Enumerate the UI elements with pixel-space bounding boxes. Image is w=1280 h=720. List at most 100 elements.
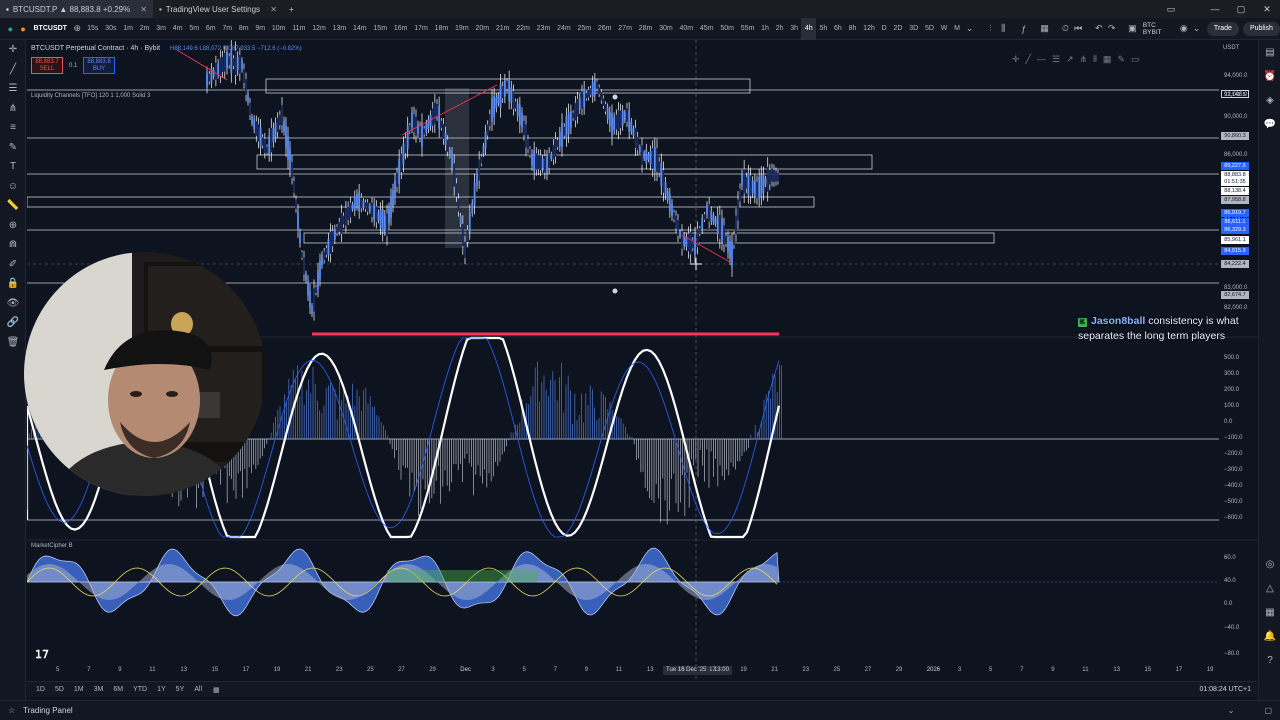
symbol-search[interactable]: BTCUSDT bbox=[30, 18, 71, 40]
timeframe-7m[interactable]: 7m bbox=[219, 18, 236, 40]
close-icon[interactable]: ✕ bbox=[270, 5, 277, 14]
eye-icon[interactable]: 👁 bbox=[0, 294, 26, 314]
layout-icon[interactable]: ▦ bbox=[1038, 22, 1051, 36]
toggle-icon[interactable]: ◉ bbox=[1177, 22, 1190, 36]
minimize-button[interactable]: — bbox=[1202, 0, 1228, 18]
timeframe-40m[interactable]: 40m bbox=[676, 18, 696, 40]
timeframe-22m[interactable]: 22m bbox=[513, 18, 533, 40]
timeframe-25m[interactable]: 25m bbox=[574, 18, 594, 40]
timeframe-6m[interactable]: 6m bbox=[202, 18, 219, 40]
ruler-icon[interactable]: 📏 bbox=[0, 196, 26, 216]
currency-label[interactable]: USDT bbox=[1223, 45, 1239, 51]
patterns-icon[interactable]: ☺ bbox=[0, 177, 26, 197]
fib-icon[interactable]: ≡ bbox=[0, 118, 26, 138]
timeframe-30m[interactable]: 30m bbox=[656, 18, 676, 40]
watchlist-icon[interactable]: ▤ bbox=[1259, 40, 1280, 64]
bar-style-icon[interactable]: ⫼ bbox=[997, 22, 1010, 36]
browser-tab-chart[interactable]: ▪ BTCUSDT.P ▲ 88,883.8 +0.29% ✕ bbox=[0, 0, 153, 18]
buy-button[interactable]: 88,883.8 BUY bbox=[83, 57, 115, 74]
range-6m[interactable]: 6M bbox=[108, 686, 128, 693]
range-ytd[interactable]: YTD bbox=[128, 686, 152, 693]
magnet-icon[interactable]: ⋒ bbox=[0, 235, 26, 255]
grid-icon[interactable]: ▦ bbox=[1103, 54, 1112, 65]
extensions-icon[interactable]: ▭ bbox=[1158, 0, 1184, 18]
rectangle-icon[interactable]: ▭ bbox=[1131, 54, 1140, 65]
replay-icon[interactable]: ⏮ bbox=[1072, 22, 1085, 36]
timeframe-12m[interactable]: 12m bbox=[309, 18, 329, 40]
brush-icon[interactable]: ✎ bbox=[1117, 54, 1125, 65]
text-icon[interactable]: T bbox=[0, 157, 26, 177]
pencil-icon[interactable]: ✐ bbox=[0, 255, 26, 275]
pencil-icon[interactable]: ╱ bbox=[1026, 54, 1031, 65]
horizontal-lines-icon[interactable]: ☰ bbox=[0, 79, 26, 99]
maximize-panel-icon[interactable]: ▢ bbox=[1264, 706, 1272, 715]
timeframe-3D[interactable]: 3D bbox=[906, 18, 922, 40]
timeframe-17m[interactable]: 17m bbox=[411, 18, 431, 40]
range-5y[interactable]: 5Y bbox=[171, 686, 190, 693]
close-window-button[interactable]: ✕ bbox=[1254, 0, 1280, 18]
timeframe-11m[interactable]: 11m bbox=[289, 18, 309, 40]
link-icon[interactable]: 🔗 bbox=[0, 313, 26, 333]
timeframe-20m[interactable]: 20m bbox=[472, 18, 492, 40]
timeframe-8m[interactable]: 8m bbox=[235, 18, 252, 40]
horizontal-lines-icon[interactable]: ☰ bbox=[1052, 54, 1060, 65]
new-tab-button[interactable]: + bbox=[283, 0, 300, 18]
close-icon[interactable]: ✕ bbox=[140, 5, 147, 14]
timeframe-19m[interactable]: 19m bbox=[452, 18, 472, 40]
sell-button[interactable]: 88,883.7 SELL bbox=[31, 57, 63, 74]
timeframe-27m[interactable]: 27m bbox=[615, 18, 635, 40]
chat-icon[interactable]: 💬 bbox=[1259, 112, 1280, 136]
maximize-button[interactable]: ▢ bbox=[1228, 0, 1254, 18]
indicators-icon[interactable]: ƒ bbox=[1018, 22, 1031, 36]
calendar-icon[interactable]: ▦ bbox=[1259, 600, 1280, 624]
target-icon[interactable]: ◎ bbox=[1259, 552, 1280, 576]
timeframe-D[interactable]: D bbox=[878, 18, 890, 40]
timeframe-15s[interactable]: 15s bbox=[84, 18, 102, 40]
ideas-icon[interactable]: △ bbox=[1259, 576, 1280, 600]
timeframe-5h[interactable]: 5h bbox=[816, 18, 831, 40]
avatar[interactable]: ● bbox=[4, 22, 17, 36]
fork-icon[interactable]: ⋔ bbox=[1080, 54, 1088, 65]
chevron-down-icon[interactable]: ⌄ bbox=[1228, 706, 1235, 715]
layers-icon[interactable]: ◈ bbox=[1259, 88, 1280, 112]
browser-tab-settings[interactable]: ▪ TradingView User Settings ✕ bbox=[153, 0, 283, 18]
lock-icon[interactable]: 🔒 bbox=[0, 274, 26, 294]
timeframe-18m[interactable]: 18m bbox=[431, 18, 451, 40]
timeframe-55m[interactable]: 55m bbox=[737, 18, 757, 40]
timeframe-5m[interactable]: 5m bbox=[186, 18, 203, 40]
publish-button[interactable]: Publish bbox=[1242, 21, 1280, 36]
timeframe-8h[interactable]: 8h bbox=[845, 18, 860, 40]
undo-icon[interactable]: ↶ bbox=[1093, 22, 1106, 36]
trading-panel-tab[interactable]: Trading Panel bbox=[23, 706, 73, 715]
calendar-range-icon[interactable]: ▦ bbox=[213, 686, 220, 694]
candles-icon[interactable]: ⫶ bbox=[984, 22, 997, 36]
timeframe-2m[interactable]: 2m bbox=[136, 18, 153, 40]
timeframe-24m[interactable]: 24m bbox=[554, 18, 574, 40]
timeframe-12h[interactable]: 12h bbox=[860, 18, 878, 40]
timeframe-W[interactable]: W bbox=[937, 18, 950, 40]
exchange-selector[interactable]: BTC BYBIT bbox=[1139, 22, 1178, 36]
timeframe-14m[interactable]: 14m bbox=[350, 18, 370, 40]
range-1d[interactable]: 1D bbox=[31, 686, 50, 693]
timeframe-6h[interactable]: 6h bbox=[831, 18, 846, 40]
redo-icon[interactable]: ↷ bbox=[1105, 22, 1118, 36]
broker-icon[interactable]: ▣ bbox=[1126, 22, 1139, 36]
timeframe-50m[interactable]: 50m bbox=[717, 18, 737, 40]
trash-icon[interactable]: 🗑 bbox=[0, 333, 26, 353]
range-1m[interactable]: 1M bbox=[69, 686, 89, 693]
alert-icon[interactable]: ⏲ bbox=[1059, 22, 1072, 36]
line-icon[interactable]: — bbox=[1037, 54, 1046, 65]
brush-icon[interactable]: ✎ bbox=[0, 138, 26, 158]
timeframe-2h[interactable]: 2h bbox=[772, 18, 787, 40]
timeframe-3m[interactable]: 3m bbox=[153, 18, 170, 40]
notifications-icon[interactable]: 🔔 bbox=[1259, 624, 1280, 648]
channel-icon[interactable]: ⫴ bbox=[1093, 54, 1097, 65]
trendline-icon[interactable]: ╱ bbox=[0, 60, 26, 80]
utc-clock[interactable]: 01:08:24 UTC+1 bbox=[1199, 686, 1251, 693]
timeframe-15m[interactable]: 15m bbox=[370, 18, 390, 40]
timeframe-9m[interactable]: 9m bbox=[252, 18, 269, 40]
timeframe-10m[interactable]: 10m bbox=[269, 18, 289, 40]
alerts-icon[interactable]: ⏰ bbox=[1259, 64, 1280, 88]
timeframe-1h[interactable]: 1h bbox=[758, 18, 773, 40]
range-5d[interactable]: 5D bbox=[50, 686, 69, 693]
